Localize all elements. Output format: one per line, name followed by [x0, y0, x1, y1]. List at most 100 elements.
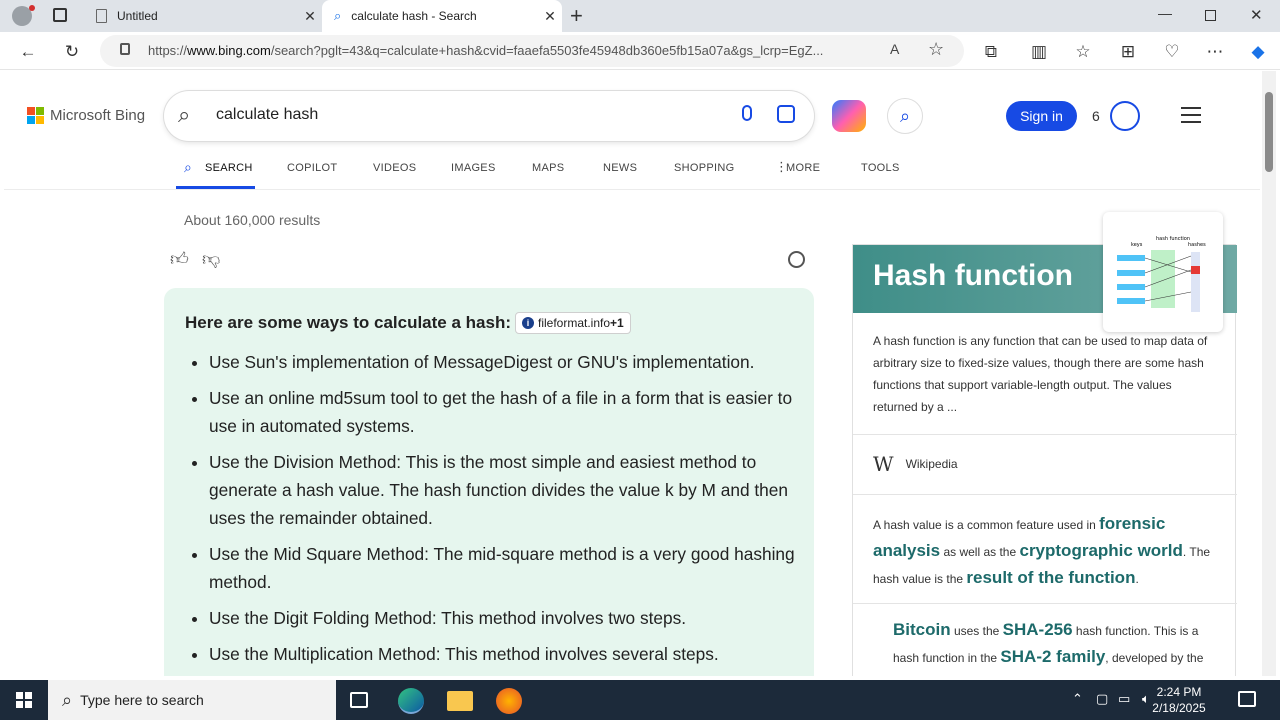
result-count: About 160,000 results — [184, 212, 321, 228]
scrollbar-thumb[interactable] — [1265, 92, 1273, 172]
tab-videos[interactable]: VIDEOS — [373, 162, 416, 174]
tab-title: Untitled — [117, 9, 158, 23]
new-tab-button[interactable]: + — [570, 3, 583, 29]
kp-fact-bitcoin: Bitcoin uses the SHA-256 hash function. … — [893, 620, 1204, 666]
thumbs-down-icon[interactable]: 👎︎ — [202, 248, 220, 270]
list-item: Use the Digit Folding Method: This metho… — [209, 604, 799, 632]
info-icon: i — [522, 317, 534, 329]
sign-in-button[interactable]: Sign in — [1006, 101, 1077, 131]
tab-title: calculate hash - Search — [351, 9, 477, 23]
logo-text: Microsoft Bing — [50, 107, 146, 124]
microphone-icon[interactable] — [742, 105, 752, 121]
tab-copilot[interactable]: COPILOT — [287, 162, 337, 174]
search-box[interactable]: ⌕ calculate hash — [164, 91, 814, 141]
kp-divider — [853, 603, 1237, 604]
bing-logo[interactable]: Microsoft Bing — [27, 107, 145, 124]
browser-essentials-icon[interactable]: ♡ — [1160, 40, 1184, 64]
tab-maps[interactable]: MAPS — [532, 162, 564, 174]
file-explorer-icon[interactable] — [447, 691, 473, 711]
search-tab-icon: ⌕ — [184, 159, 192, 175]
page-content: Microsoft Bing ⌕ calculate hash ⌕ Sign i… — [4, 71, 1260, 676]
knowledge-panel: Hash function keys hash function hashes … — [852, 212, 1237, 676]
list-item: Use the Mid Square Method: The mid-squar… — [209, 540, 799, 596]
search-icon: ⌕ — [178, 102, 191, 127]
browser-tab-strip: Untitled ✕ ⌕ calculate hash - Search ✕ +… — [0, 0, 1280, 32]
maximize-button[interactable] — [1205, 10, 1216, 21]
settings-more-icon[interactable]: ⋯ — [1203, 40, 1227, 64]
notification-dot — [29, 5, 35, 11]
copilot-sidebar-icon[interactable]: ◆ — [1246, 40, 1270, 64]
copilot-icon[interactable] — [832, 100, 866, 132]
kp-title: Hash function — [873, 259, 1073, 292]
microsoft-logo-icon — [27, 107, 44, 124]
taskbar-search-placeholder: Type here to search — [80, 692, 204, 708]
minimize-button[interactable]: — — [1158, 5, 1172, 21]
svg-text:hashes: hashes — [1188, 242, 1206, 248]
tab-news[interactable]: NEWS — [603, 162, 637, 174]
kp-fact-forensic: A hash value is a common feature used in… — [873, 514, 1211, 587]
close-tab-icon[interactable]: ✕ — [538, 8, 562, 25]
hash-function-diagram[interactable]: keys hash function hashes — [1103, 212, 1223, 332]
system-clock[interactable]: 2:24 PM 2/18/2025 — [1134, 684, 1224, 716]
extensions-icon[interactable]: ⧉ — [979, 40, 1003, 64]
tab-shopping[interactable]: SHOPPING — [674, 162, 734, 174]
address-bar[interactable]: https://www.bing.com/search?pglt=43&q=ca… — [100, 35, 964, 67]
tab-actions-icon[interactable] — [53, 8, 67, 22]
taskbar-search-box[interactable]: ⌕ Type here to search — [48, 680, 336, 720]
edge-taskbar-icon[interactable] — [398, 688, 424, 714]
task-view-icon[interactable] — [350, 692, 368, 708]
citation-source: fileformat.info — [538, 316, 611, 330]
tab-images[interactable]: IMAGES — [451, 162, 496, 174]
highlight-sha256[interactable]: SHA-256 — [1003, 620, 1073, 639]
chevron-up-icon[interactable]: ⌃ — [1072, 691, 1083, 707]
device-icon[interactable]: ▢ — [1096, 691, 1108, 707]
highlight-sha2-family[interactable]: SHA-2 family — [1000, 647, 1105, 666]
visual-search-icon[interactable] — [777, 105, 795, 123]
close-window-button[interactable]: ✕ — [1250, 6, 1263, 24]
search-input[interactable]: calculate hash — [216, 106, 318, 124]
page-icon — [96, 9, 107, 23]
hamburger-menu-icon[interactable] — [1181, 107, 1201, 123]
highlight-cryptographic-world[interactable]: cryptographic world — [1019, 541, 1182, 560]
highlight-result-of-function[interactable]: result of the function — [966, 568, 1135, 587]
refresh-icon[interactable]: ↻ — [60, 40, 84, 64]
favorites-icon[interactable]: ☆ — [1071, 40, 1095, 64]
firefox-icon[interactable] — [496, 688, 522, 714]
network-icon[interactable]: ▭ — [1118, 691, 1130, 707]
tab-search[interactable]: ⌕ calculate hash - Search ✕ — [322, 0, 562, 32]
citation-badge[interactable]: i fileformat.info +1 — [515, 312, 631, 334]
wikipedia-icon: W — [873, 452, 894, 476]
answer-card: Here are some ways to calculate a hash: … — [164, 288, 814, 676]
clock-date: 2/18/2025 — [1152, 701, 1206, 715]
list-item: Use the Division Method: This is the mos… — [209, 448, 799, 532]
browser-toolbar: ← ↻ https://www.bing.com/search?pglt=43&… — [0, 32, 1280, 70]
thumbs-up-icon[interactable]: 👍︎ — [170, 248, 189, 270]
back-arrow-icon[interactable]: ← — [16, 40, 40, 64]
tab-search[interactable]: SEARCH — [205, 162, 253, 174]
kp-description: A hash function is any function that can… — [873, 334, 1208, 414]
tab-untitled[interactable]: Untitled ✕ — [86, 0, 322, 32]
start-button[interactable] — [16, 692, 32, 708]
nav-divider — [4, 189, 1260, 190]
read-aloud-icon[interactable]: A — [890, 41, 899, 57]
windows-taskbar: ⌕ Type here to search ⌃ ▢ ▭ 🔈︎ 2:24 PM 2… — [0, 680, 1280, 720]
lock-icon — [120, 43, 130, 55]
split-screen-icon[interactable]: ▥ — [1027, 40, 1051, 64]
notifications-icon[interactable] — [1238, 691, 1256, 707]
clock-time: 2:24 PM — [1156, 685, 1202, 699]
favorite-star-icon[interactable]: ☆ — [928, 39, 944, 60]
url-text: https://www.bing.com/search?pglt=43&q=ca… — [148, 43, 824, 58]
diagram-svg: keys hash function hashes — [1117, 236, 1206, 312]
deep-search-icon[interactable]: ⌕ — [887, 98, 923, 134]
rewards-trophy-icon[interactable] — [1110, 101, 1140, 131]
wikipedia-link[interactable]: W Wikipedia — [873, 452, 958, 476]
tab-tools[interactable]: TOOLS — [861, 162, 900, 174]
tab-more[interactable]: MORE — [786, 162, 820, 174]
list-item: Use Sun's implementation of MessageDiges… — [209, 348, 799, 376]
highlight-bitcoin[interactable]: Bitcoin — [893, 620, 951, 639]
search-icon: ⌕ — [334, 8, 342, 23]
wikipedia-label: Wikipedia — [905, 457, 958, 471]
collections-icon[interactable]: ⊞ — [1116, 40, 1140, 64]
close-tab-icon[interactable]: ✕ — [298, 8, 322, 25]
copilot-answer-icon[interactable] — [788, 251, 805, 268]
